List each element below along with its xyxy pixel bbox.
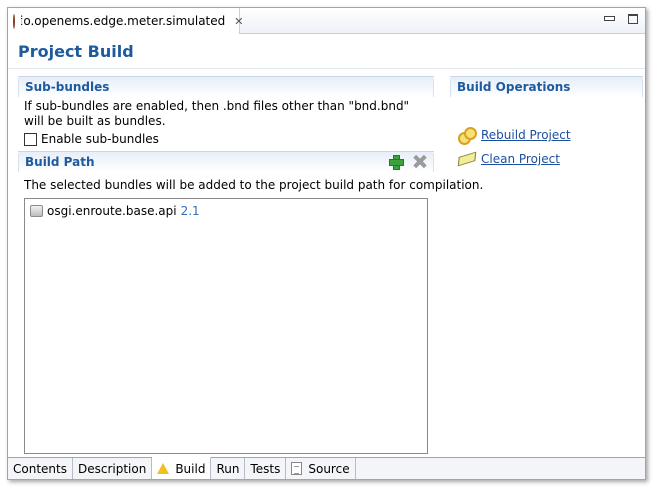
page-tab-bar: Contents Description Build Run Tests Sou…	[8, 457, 645, 479]
remove-icon[interactable]	[412, 154, 427, 169]
enable-sub-bundles-label[interactable]: Enable sub-bundles	[41, 132, 159, 146]
bnd-project-icon	[13, 13, 23, 29]
tab-build[interactable]: Build	[152, 457, 212, 479]
build-path-section: Build Path The selected bundles will be …	[18, 151, 484, 457]
editor-tab-title: io.openems.edge.meter.simulated	[20, 14, 226, 28]
build-path-description: The selected bundles will be added to th…	[24, 178, 484, 192]
build-operations-section: Build Operations Rebuild Project Clean P…	[450, 76, 643, 171]
editor-window: io.openems.edge.meter.simulated ✕ Projec…	[7, 7, 646, 480]
tab-contents[interactable]: Contents	[8, 458, 73, 479]
build-path-title: Build Path	[25, 155, 95, 169]
build-path-header[interactable]: Build Path	[18, 152, 434, 172]
bundle-name: osgi.enroute.base.api	[47, 204, 177, 218]
eraser-icon	[458, 151, 474, 167]
build-path-list[interactable]: osgi.enroute.base.api 2.1	[24, 198, 428, 454]
tab-source-label: Source	[308, 461, 350, 476]
tab-run[interactable]: Run	[211, 458, 246, 479]
add-icon[interactable]	[388, 154, 404, 170]
sub-bundles-description: If sub-bundles are enabled, then .bnd fi…	[24, 99, 410, 128]
build-path-toolbar	[388, 154, 427, 170]
rebuild-project-link[interactable]: Rebuild Project	[458, 123, 643, 147]
clean-project-link[interactable]: Clean Project	[458, 147, 643, 171]
tab-description[interactable]: Description	[73, 458, 153, 479]
close-icon[interactable]: ✕	[234, 15, 243, 28]
tab-build-label: Build	[175, 461, 206, 476]
minimize-icon[interactable]	[604, 14, 615, 24]
bundle-icon	[30, 205, 43, 217]
title-divider	[8, 68, 645, 69]
sub-bundles-header[interactable]: Sub-bundles	[18, 77, 434, 97]
tab-tests[interactable]: Tests	[245, 458, 287, 479]
source-file-icon	[291, 462, 303, 475]
editor-tab[interactable]: io.openems.edge.meter.simulated ✕	[8, 8, 243, 34]
list-item[interactable]: osgi.enroute.base.api 2.1	[25, 202, 427, 220]
clean-project-label[interactable]: Clean Project	[481, 152, 560, 166]
rebuild-project-label[interactable]: Rebuild Project	[481, 128, 571, 142]
rebuild-icon	[458, 127, 477, 145]
enable-sub-bundles-row: Enable sub-bundles	[18, 129, 434, 146]
page-title: Project Build	[18, 42, 134, 61]
build-operations-header[interactable]: Build Operations	[450, 77, 643, 97]
tab-source[interactable]: Source	[286, 458, 356, 479]
sub-bundles-section: Sub-bundles If sub-bundles are enabled, …	[18, 76, 434, 146]
bundle-version: 2.1	[180, 204, 200, 218]
editor-tab-bar: io.openems.edge.meter.simulated ✕	[8, 8, 645, 34]
maximize-icon[interactable]	[628, 14, 638, 24]
build-operations-body: Rebuild Project Clean Project	[450, 97, 643, 171]
enable-sub-bundles-checkbox[interactable]	[24, 132, 37, 146]
warning-icon	[157, 463, 170, 474]
